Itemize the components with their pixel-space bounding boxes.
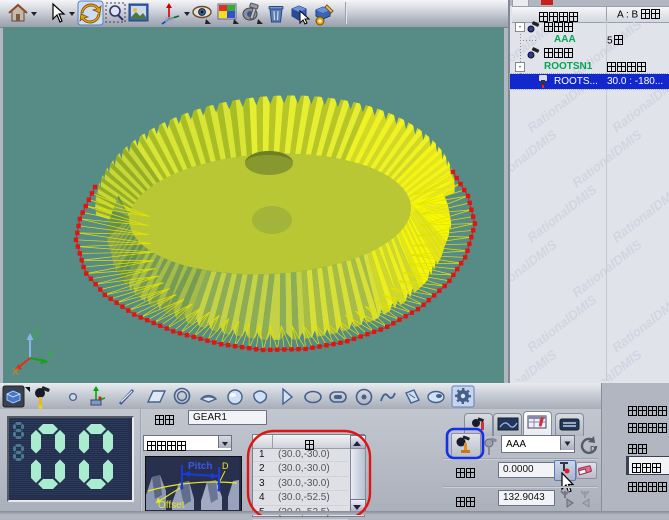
svg-text:D: D (590, 445, 596, 454)
svg-text:Pitch: Pitch (188, 461, 212, 472)
svg-text:D: D (222, 461, 229, 471)
svg-text:Offset: Offset (158, 500, 185, 510)
svg-text:X: X (12, 367, 19, 378)
svg-text:Y: Y (47, 350, 54, 361)
svg-text:Z: Z (33, 329, 39, 340)
